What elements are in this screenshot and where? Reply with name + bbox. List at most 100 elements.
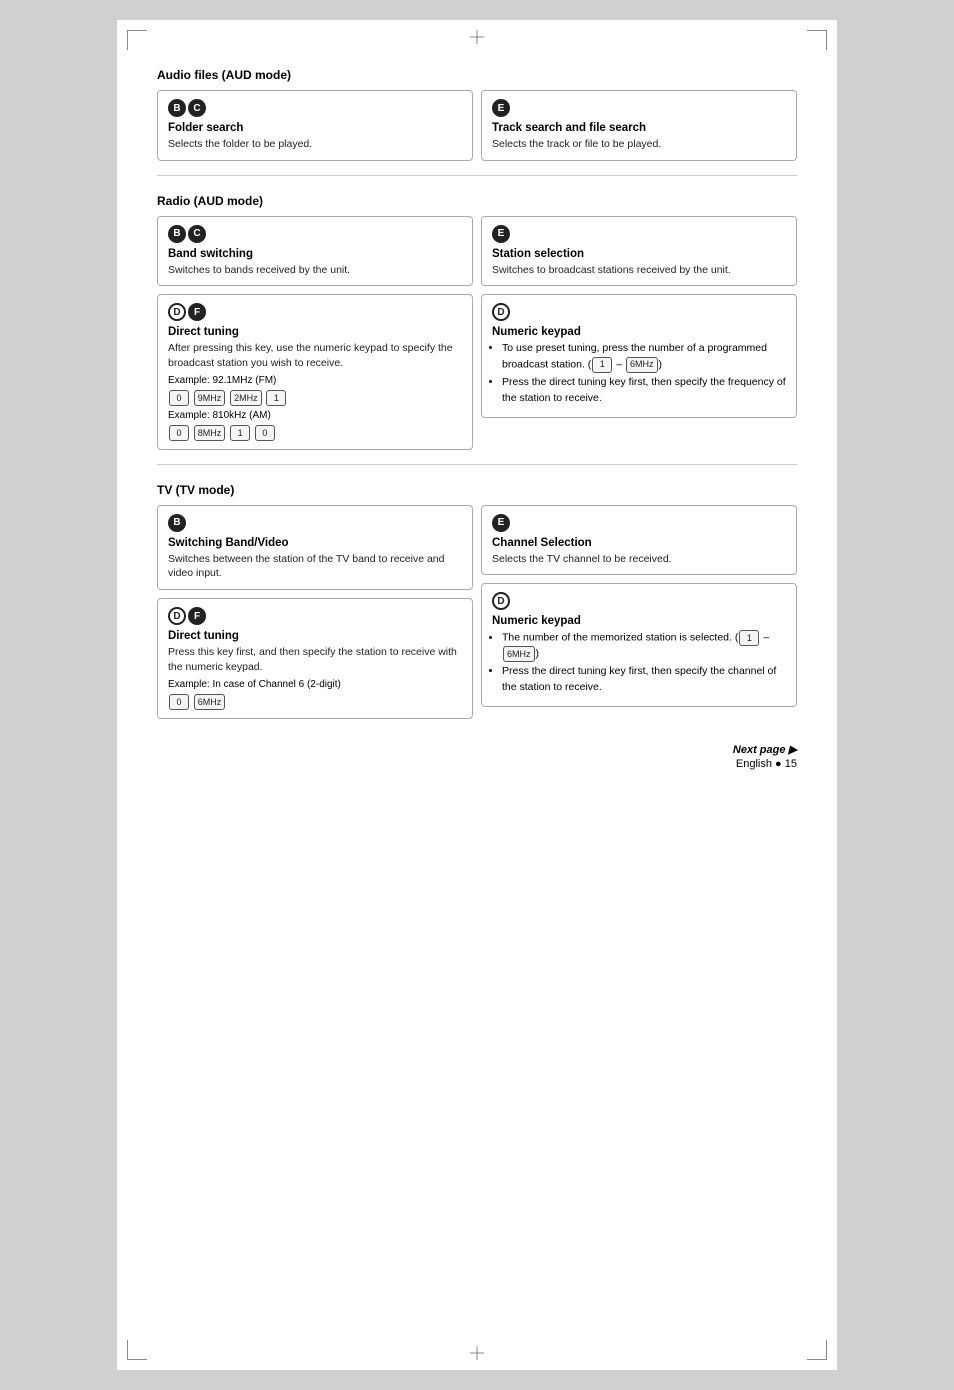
channel-selection-box: E Channel Selection Selects the TV chann…: [481, 505, 797, 576]
switching-band-badges: B: [168, 514, 462, 532]
badge-B-band: B: [168, 225, 186, 243]
numeric-keypad-radio-bullet-2: Press the direct tuning key first, then …: [502, 375, 786, 407]
switching-band-title: Switching Band/Video: [168, 537, 462, 549]
key-0-am2: 0: [255, 425, 275, 441]
folder-search-title: Folder search: [168, 122, 462, 134]
key-0-tv: 0: [169, 694, 189, 710]
next-page-text: Next page ▶: [157, 743, 797, 756]
dot-separator: ●: [775, 758, 785, 770]
folder-search-box: B C Folder search Selects the folder to …: [157, 90, 473, 161]
example-am-keys: 0 8MHz 1 0: [168, 425, 462, 441]
audio-files-grid: B C Folder search Selects the folder to …: [157, 90, 797, 161]
band-switching-title: Band switching: [168, 248, 462, 260]
section-audio-title: Audio files (AUD mode): [157, 68, 797, 82]
example-fm-keys: 0 9MHz 2MHz 1: [168, 390, 462, 406]
example-am-label: Example: 810kHz (AM): [168, 410, 462, 421]
corner-mark-tl: [127, 30, 147, 50]
numeric-keypad-radio-bullets: To use preset tuning, press the number o…: [492, 341, 786, 406]
station-selection-title: Station selection: [492, 248, 786, 260]
badge-E-station: E: [492, 225, 510, 243]
numeric-keypad-tv-title: Numeric keypad: [492, 615, 786, 627]
badge-E-channel: E: [492, 514, 510, 532]
switching-band-video-box: B Switching Band/Video Switches between …: [157, 505, 473, 590]
numeric-keypad-radio-badges: D: [492, 303, 786, 321]
section-radio-title: Radio (AUD mode): [157, 194, 797, 208]
corner-mark-tr: [807, 30, 827, 50]
badge-D-direct: D: [168, 303, 186, 321]
folder-search-badges: B C: [168, 99, 462, 117]
corner-mark-bl: [127, 1340, 147, 1360]
section-tv-title: TV (TV mode): [157, 483, 797, 497]
numeric-keypad-tv-box: D Numeric keypad The number of the memor…: [481, 583, 797, 707]
footer: Next page ▶ English ● 15: [157, 743, 797, 770]
badge-D-numeric: D: [492, 303, 510, 321]
badge-E-track: E: [492, 99, 510, 117]
track-search-box: E Track search and file search Selects t…: [481, 90, 797, 161]
badge-C-band: C: [188, 225, 206, 243]
numeric-keypad-tv-bullet-2: Press the direct tuning key first, then …: [502, 664, 786, 696]
direct-tuning-radio-box: D F Direct tuning After pressing this ke…: [157, 294, 473, 449]
channel-selection-desc: Selects the TV channel to be received.: [492, 552, 786, 567]
switching-band-desc: Switches between the station of the TV b…: [168, 552, 462, 581]
example-tv-keys: 0 6MHz: [168, 694, 462, 710]
crosshair-bottom: [470, 1346, 484, 1360]
key-1-fm: 1: [266, 390, 286, 406]
track-search-badges: E: [492, 99, 786, 117]
badge-D-tv-direct: D: [168, 607, 186, 625]
channel-selection-badges: E: [492, 514, 786, 532]
page: Audio files (AUD mode) B C Folder search…: [117, 20, 837, 1370]
key-0-am1: 0: [169, 425, 189, 441]
badge-F-tv-direct: F: [188, 607, 206, 625]
language-label: English: [736, 758, 772, 770]
direct-tuning-tv-title: Direct tuning: [168, 630, 462, 642]
numeric-keypad-radio-box: D Numeric keypad To use preset tuning, p…: [481, 294, 797, 417]
numeric-keypad-tv-badges: D: [492, 592, 786, 610]
example-tv-label: Example: In case of Channel 6 (2-digit): [168, 679, 462, 690]
radio-grid: B C Band switching Switches to bands rec…: [157, 216, 797, 450]
divider-2: [157, 464, 797, 465]
badge-D-tv-numeric: D: [492, 592, 510, 610]
numeric-keypad-radio-bullet-1: To use preset tuning, press the number o…: [502, 341, 786, 373]
corner-mark-br: [807, 1340, 827, 1360]
direct-tuning-radio-desc: After pressing this key, use the numeric…: [168, 341, 462, 370]
divider-1: [157, 175, 797, 176]
station-selection-desc: Switches to broadcast stations received …: [492, 263, 786, 278]
channel-selection-title: Channel Selection: [492, 537, 786, 549]
key-6mhz-tv-preset: 6MHz: [503, 646, 535, 662]
key-9mhz: 9MHz: [194, 390, 226, 406]
key-1-tv-preset: 1: [739, 630, 759, 646]
badge-B-folder: B: [168, 99, 186, 117]
station-selection-box: E Station selection Switches to broadcas…: [481, 216, 797, 287]
key-1-am: 1: [230, 425, 250, 441]
track-search-title: Track search and file search: [492, 122, 786, 134]
page-num-value: 15: [785, 758, 797, 770]
badge-C-folder: C: [188, 99, 206, 117]
track-search-desc: Selects the track or file to be played.: [492, 137, 786, 152]
folder-search-desc: Selects the folder to be played.: [168, 137, 462, 152]
key-8mhz: 8MHz: [194, 425, 226, 441]
example-fm-label: Example: 92.1MHz (FM): [168, 375, 462, 386]
direct-tuning-tv-box: D F Direct tuning Press this key first, …: [157, 598, 473, 718]
band-switching-badges: B C: [168, 225, 462, 243]
band-switching-box: B C Band switching Switches to bands rec…: [157, 216, 473, 287]
main-content: Audio files (AUD mode) B C Folder search…: [157, 68, 797, 770]
direct-tuning-radio-title: Direct tuning: [168, 326, 462, 338]
crosshair-top: [470, 30, 484, 44]
key-6mhz-preset: 6MHz: [626, 357, 658, 373]
band-switching-desc: Switches to bands received by the unit.: [168, 263, 462, 278]
numeric-keypad-tv-bullet-1: The number of the memorized station is s…: [502, 630, 786, 662]
numeric-keypad-radio-title: Numeric keypad: [492, 326, 786, 338]
key-2mhz: 2MHz: [230, 390, 262, 406]
key-0-fm1: 0: [169, 390, 189, 406]
badge-F-direct: F: [188, 303, 206, 321]
key-6mhz-tv: 6MHz: [194, 694, 226, 710]
direct-tuning-tv-desc: Press this key first, and then specify t…: [168, 645, 462, 674]
badge-B-tv: B: [168, 514, 186, 532]
tv-grid: B Switching Band/Video Switches between …: [157, 505, 797, 719]
numeric-keypad-tv-bullets: The number of the memorized station is s…: [492, 630, 786, 696]
station-selection-badges: E: [492, 225, 786, 243]
key-1-preset: 1: [592, 357, 612, 373]
direct-tuning-radio-badges: D F: [168, 303, 462, 321]
page-number: English ● 15: [157, 758, 797, 770]
direct-tuning-tv-badges: D F: [168, 607, 462, 625]
